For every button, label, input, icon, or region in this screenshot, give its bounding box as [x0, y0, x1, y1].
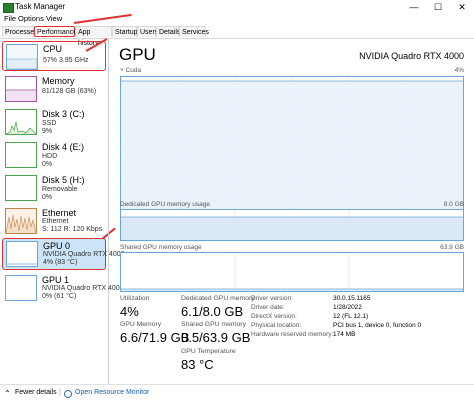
sidebar-item-detail: 4% (83 °C)	[43, 259, 78, 266]
gpu-temperature-label: GPU Temperature	[181, 348, 236, 355]
task-manager-icon	[3, 3, 14, 13]
sidebar-item-ethernet[interactable]: Ethernet Ethernet S: 112 R: 120 Kbps	[2, 206, 106, 236]
window-title: Task Manager	[15, 2, 66, 11]
dedicated-memory-graph	[120, 209, 464, 241]
separator: |	[59, 389, 61, 396]
page-title: GPU	[119, 45, 156, 64]
cpu-thumbnail	[6, 44, 38, 70]
fewer-details-link[interactable]: Fewer details	[15, 389, 57, 396]
maximize-button[interactable]: ☐	[426, 0, 450, 14]
sidebar-item-label: Disk 3 (C:)	[42, 109, 85, 119]
reserved-memory-value: 174 MB	[333, 331, 356, 338]
sidebar-item-label: GPU 1	[42, 275, 70, 285]
tab-users[interactable]: Users	[137, 26, 158, 37]
disk-thumbnail	[5, 109, 37, 135]
dedicated-memory-max: 8.0 GB	[443, 201, 464, 208]
sidebar-item-disk-4[interactable]: Disk 4 (E:) HDD 0%	[2, 140, 106, 170]
shared-memory-max: 63.9 GB	[440, 244, 464, 251]
utilization-label: Utilization	[120, 295, 150, 302]
sidebar-item-type: Ethernet	[42, 218, 69, 225]
memory-thumbnail	[5, 76, 37, 102]
menu-view[interactable]: View	[46, 14, 62, 23]
sidebar-item-detail: 9%	[42, 128, 53, 135]
sidebar-item-detail: S: 112 R: 120 Kbps	[42, 226, 103, 233]
sidebar-item-label: Disk 5 (H:)	[42, 175, 85, 185]
sidebar-item-detail: 57% 3.95 GHz	[43, 57, 89, 64]
gpu-thumbnail	[5, 275, 37, 301]
tab-details[interactable]: Details	[156, 26, 180, 37]
tab-processes[interactable]: Processes	[2, 26, 38, 37]
gpu-model-name: NVIDIA Quadro RTX 4000	[359, 51, 464, 61]
dedicated-memory-stat-value: 6.1/8.0 GB	[181, 304, 244, 319]
tab-bar: Processes Performance App history Startu…	[0, 25, 474, 47]
title-bar: Task Manager — ☐ ✕	[0, 0, 474, 14]
tab-performance[interactable]: Performance	[34, 26, 77, 37]
shared-memory-stat-value: 0.5/63.9 GB	[181, 330, 251, 345]
main-panel: GPU NVIDIA Quadro RTX 4000 ˅ Cuda 4% Ded…	[110, 39, 474, 384]
sidebar-item-type: SSD	[42, 120, 57, 127]
chevron-up-icon[interactable]: ⌃	[4, 389, 11, 398]
sidebar-item-detail: 0% (61 °C)	[42, 293, 77, 300]
tab-app-history[interactable]: App history	[75, 26, 112, 47]
driver-date-label: Driver date:	[251, 304, 285, 311]
footer: ⌃ Fewer details | Open Resource Monitor	[0, 384, 474, 404]
sidebar-item-type: Removable	[42, 186, 78, 193]
driver-date-value: 1/28/2022	[333, 304, 362, 311]
sidebar-item-cpu[interactable]: CPU 57% 3.95 GHz	[2, 41, 106, 71]
reserved-memory-label: Hardware reserved memory:	[251, 331, 334, 338]
disk-thumbnail	[5, 142, 37, 168]
disk-thumbnail	[5, 175, 37, 201]
cuda-label: Cuda	[125, 67, 142, 74]
minimize-button[interactable]: —	[402, 0, 426, 14]
tab-startup[interactable]: Startup	[112, 26, 138, 37]
sidebar: CPU 57% 3.95 GHz Memory 81/128 GB (63%) …	[0, 39, 125, 384]
physical-location-label: Physical location:	[251, 322, 302, 329]
dedicated-memory-label: Dedicated GPU memory usage	[120, 201, 210, 208]
sidebar-item-detail: 0%	[42, 194, 53, 201]
gpu-memory-value: 6.6/71.9 GB	[120, 330, 190, 345]
sidebar-item-type: HDD	[42, 153, 58, 160]
sidebar-item-detail: 0%	[42, 161, 53, 168]
shared-memory-graph	[120, 252, 464, 292]
menu-file[interactable]: File	[4, 14, 16, 23]
driver-version-value: 30.0.15.1165	[333, 295, 371, 302]
ethernet-thumbnail	[5, 208, 37, 234]
open-resource-monitor-link[interactable]: Open Resource Monitor	[75, 389, 149, 396]
sidebar-item-memory[interactable]: Memory 81/128 GB (63%)	[2, 74, 106, 104]
sidebar-item-label: GPU 0	[43, 241, 71, 251]
sidebar-item-label: Ethernet	[42, 208, 77, 218]
sidebar-item-gpu-1[interactable]: GPU 1 NVIDIA Quadro RTX 4000 0% (61 °C)	[2, 273, 124, 303]
sidebar-item-label: CPU	[43, 44, 63, 54]
driver-version-label: Driver version:	[251, 295, 293, 302]
resource-monitor-icon	[64, 390, 72, 398]
close-button[interactable]: ✕	[450, 0, 474, 14]
shared-memory-stat-label: Shared GPU memory	[181, 321, 246, 328]
directx-version-value: 12 (FL 12.1)	[333, 313, 369, 320]
cuda-graph-max: 4%	[454, 67, 464, 74]
tab-services[interactable]: Services	[179, 26, 209, 37]
sidebar-item-disk-5[interactable]: Disk 5 (H:) Removable 0%	[2, 173, 106, 203]
sidebar-item-detail: 81/128 GB (63%)	[42, 88, 97, 95]
menu-options[interactable]: Options	[18, 14, 44, 23]
dedicated-memory-stat-label: Dedicated GPU memory	[181, 295, 255, 302]
gpu-thumbnail	[6, 241, 38, 267]
shared-memory-label: Shared GPU memory usage	[120, 244, 202, 251]
sidebar-item-gpu-0[interactable]: GPU 0 NVIDIA Quadro RTX 4000 4% (83 °C)	[2, 238, 125, 270]
chevron-down-icon[interactable]: ˅	[120, 67, 124, 74]
directx-version-label: DirectX version:	[251, 313, 297, 320]
physical-location-value: PCI bus 1, device 0, function 0	[333, 322, 422, 329]
utilization-value: 4%	[120, 304, 139, 319]
gpu-temperature-value: 83 °C	[181, 357, 214, 372]
sidebar-item-label: Memory	[42, 76, 75, 86]
cuda-graph-label: ˅ Cuda	[120, 67, 141, 74]
menu-bar: File Options View	[0, 14, 474, 25]
sidebar-item-disk-3[interactable]: Disk 3 (C:) SSD 9%	[2, 107, 106, 137]
sidebar-item-label: Disk 4 (E:)	[42, 142, 85, 152]
gpu-memory-label: GPU Memory	[120, 321, 162, 328]
